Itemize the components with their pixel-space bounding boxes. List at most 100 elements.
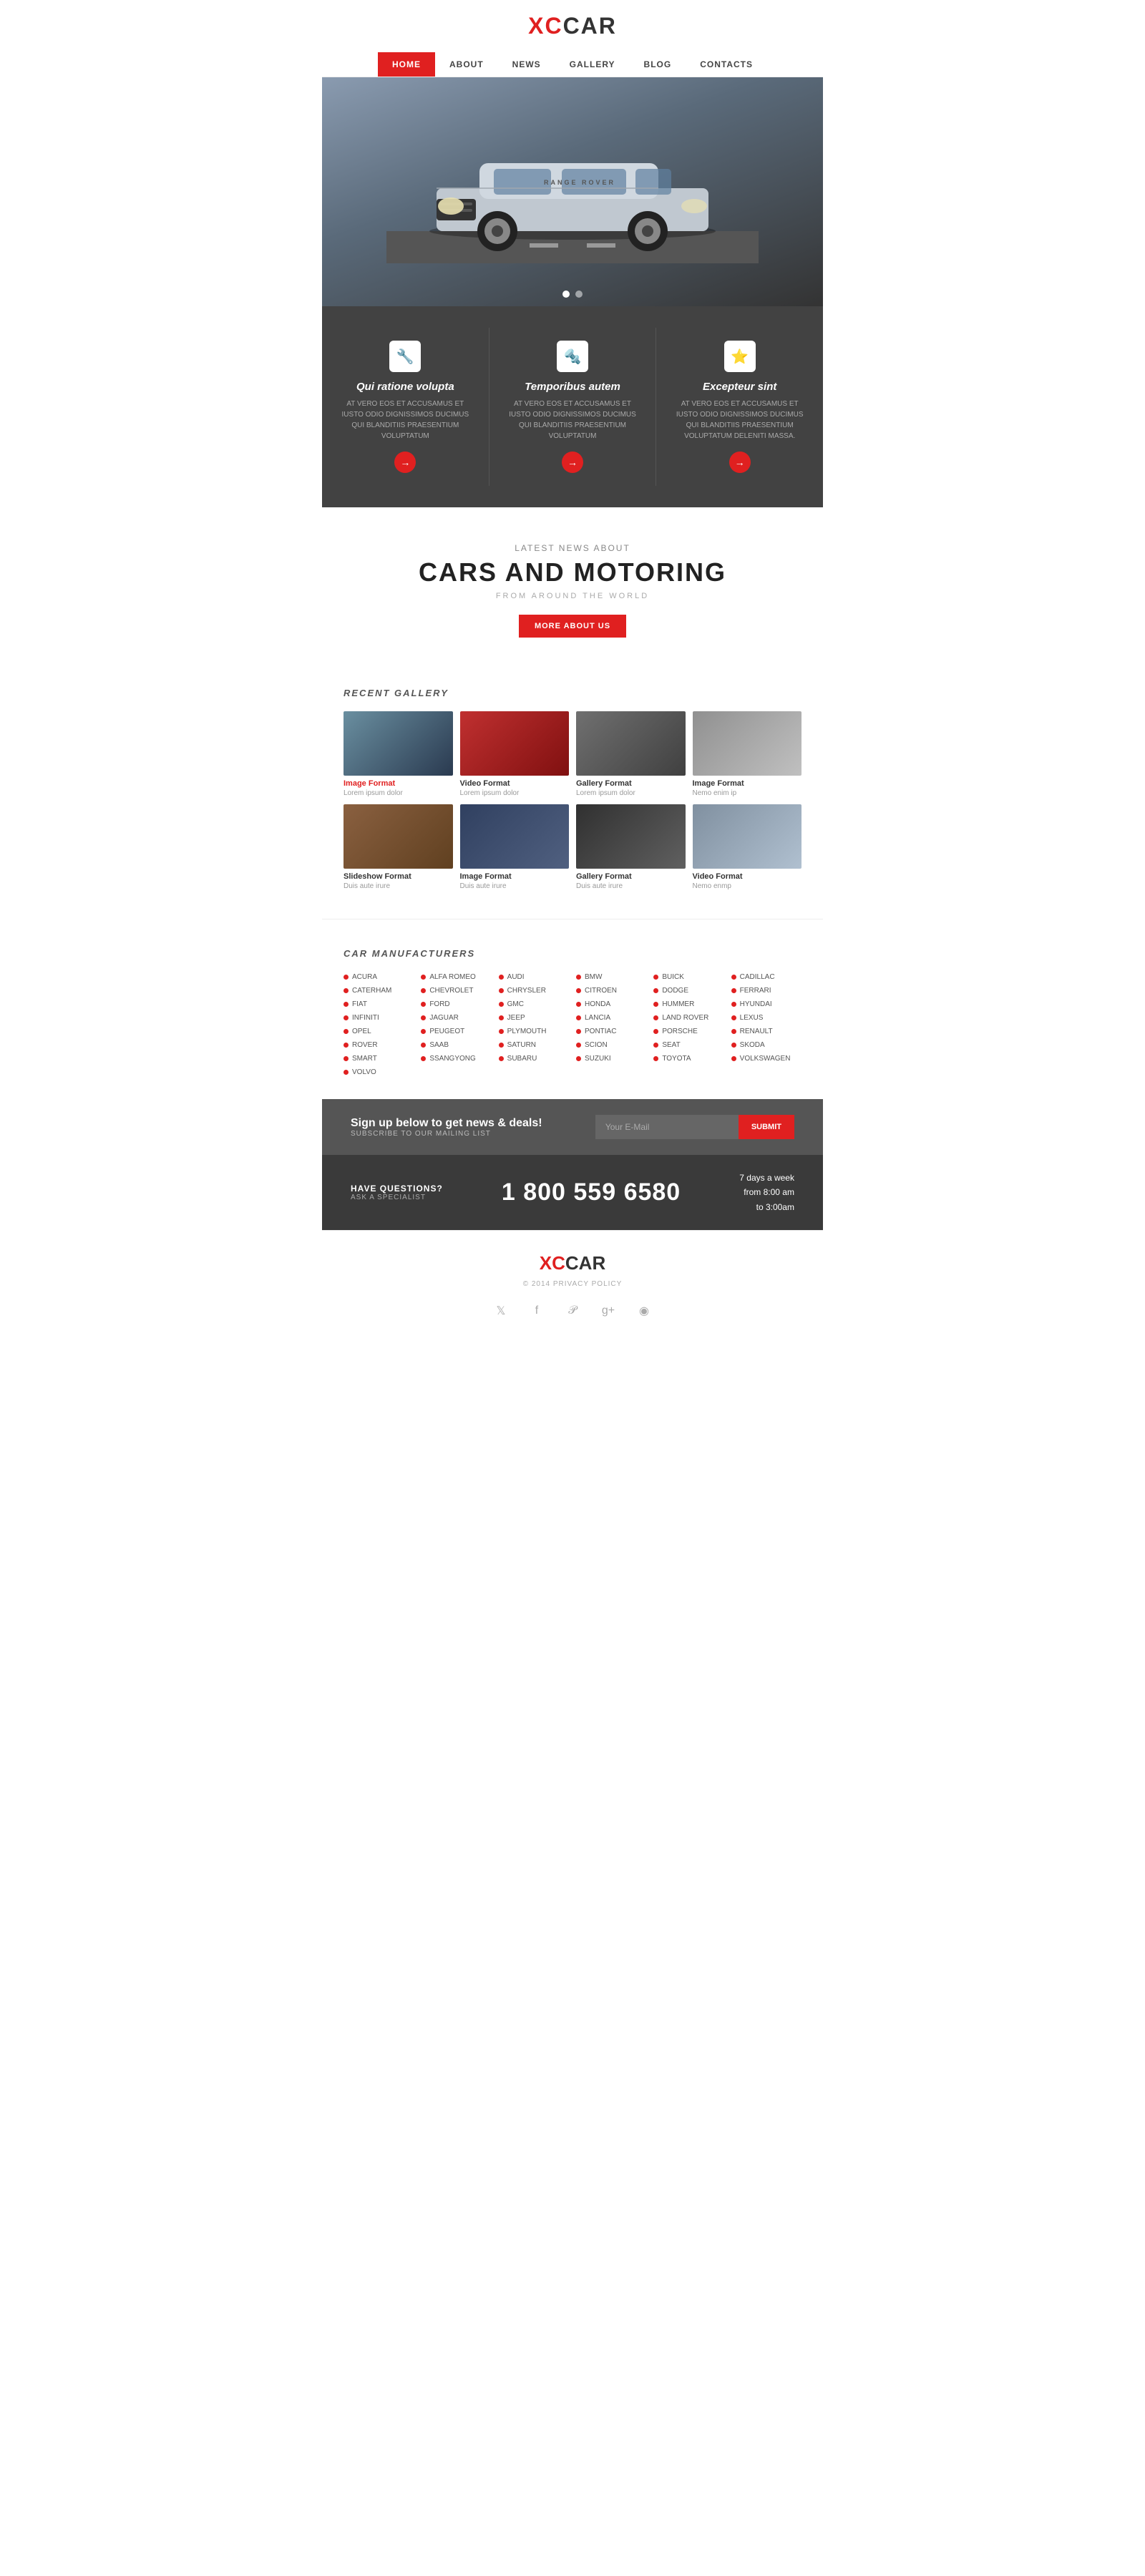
mfr-item-land-rover[interactable]: LAND ROVER — [653, 1013, 723, 1023]
mfr-item-lexus[interactable]: LEXUS — [731, 1013, 802, 1023]
newsletter-form: submit — [595, 1115, 794, 1139]
hero-car-svg: RANGE ROVER — [386, 120, 759, 263]
mfr-item-alfa-romeo[interactable]: ALFA ROMEO — [421, 972, 491, 982]
nav-item-about[interactable]: ABOUT — [435, 52, 498, 77]
gallery-item-6[interactable]: Gallery Format Duis aute irure — [576, 804, 686, 890]
mfr-item-hyundai[interactable]: HYUNDAI — [731, 999, 802, 1010]
mfr-item-audi[interactable]: AUDI — [499, 972, 569, 982]
mfr-item-volvo[interactable]: VOLVO — [344, 1067, 414, 1078]
gallery-item-2[interactable]: Gallery Format Lorem ipsum dolor — [576, 711, 686, 797]
gallery-item-0[interactable]: Image Format Lorem ipsum dolor — [344, 711, 453, 797]
more-about-btn[interactable]: MORE ABOUT US — [519, 615, 626, 638]
nav-item-home[interactable]: HOME — [378, 52, 435, 77]
nav-item-contacts[interactable]: CONTACTS — [686, 52, 767, 77]
mfr-item-toyota[interactable]: TOYOTA — [653, 1053, 723, 1064]
mfr-item-fiat[interactable]: FIAT — [344, 999, 414, 1010]
mfr-item-hummer[interactable]: HUMMER — [653, 999, 723, 1010]
mfr-item-chevrolet[interactable]: CHEVROLET — [421, 985, 491, 996]
mfr-item-gmc[interactable]: GMC — [499, 999, 569, 1010]
feature-btn-1[interactable]: → — [562, 452, 583, 473]
nav-item-blog[interactable]: BLOG — [630, 52, 686, 77]
mfr-dot-1 — [421, 975, 426, 980]
nav-link-blog[interactable]: BLOG — [630, 52, 686, 77]
mfr-item-saab[interactable]: SAAB — [421, 1040, 491, 1050]
mfr-item-rover[interactable]: ROVER — [344, 1040, 414, 1050]
github-icon[interactable]: ◉ — [633, 1299, 656, 1322]
feature-btn-0[interactable]: → — [394, 452, 416, 473]
mfr-item-renault[interactable]: RENAULT — [731, 1026, 802, 1037]
mfr-item-skoda[interactable]: SKODA — [731, 1040, 802, 1050]
nav-link-news[interactable]: NEWS — [498, 52, 555, 77]
feature-0: 🔧 Qui ratione volupta AT VERO EOS ET ACC… — [322, 328, 489, 486]
mfr-item-chrysler[interactable]: CHRYSLER — [499, 985, 569, 996]
nav-link-contacts[interactable]: CONTACTS — [686, 52, 767, 77]
mfr-item-pontiac[interactable]: PONTIAC — [576, 1026, 646, 1037]
mfr-name-14: GMC — [507, 1000, 524, 1008]
newsletter-section: Sign up below to get news & deals! SUBSC… — [322, 1099, 823, 1155]
feature-desc-0: AT VERO EOS ET ACCUSAMUS ET IUSTO ODIO D… — [339, 399, 472, 441]
nav-link-about[interactable]: ABOUT — [435, 52, 498, 77]
footer-logo[interactable]: XCCAR — [336, 1252, 809, 1274]
nav-link-gallery[interactable]: GALLERY — [555, 52, 630, 77]
mfr-item-suzuki[interactable]: SUZUKI — [576, 1053, 646, 1064]
mfr-item-scion[interactable]: SCION — [576, 1040, 646, 1050]
mfr-item-peugeot[interactable]: PEUGEOT — [421, 1026, 491, 1037]
mfr-item-caterham[interactable]: CATERHAM — [344, 985, 414, 996]
hero-dot-2[interactable] — [575, 291, 583, 298]
google-plus-icon[interactable]: g+ — [597, 1299, 620, 1322]
gallery-item-1[interactable]: Video Format Lorem ipsum dolor — [460, 711, 570, 797]
mfr-name-41: VOLKSWAGEN — [740, 1055, 791, 1063]
mfr-name-23: LEXUS — [740, 1014, 764, 1022]
gallery-desc-7: Nemo enmp — [693, 882, 802, 890]
email-input[interactable] — [595, 1115, 739, 1139]
mfr-item-ford[interactable]: FORD — [421, 999, 491, 1010]
hero-banner: RANGE ROVER — [322, 77, 823, 306]
mfr-name-12: FIAT — [352, 1000, 367, 1008]
gallery-thumb-2 — [576, 711, 686, 776]
mfr-item-volkswagen[interactable]: VOLKSWAGEN — [731, 1053, 802, 1064]
mfr-item-honda[interactable]: HONDA — [576, 999, 646, 1010]
mfr-item-subaru[interactable]: SUBARU — [499, 1053, 569, 1064]
subscribe-button[interactable]: submit — [739, 1115, 794, 1139]
logo[interactable]: XCCAR — [322, 13, 823, 39]
mfr-dot-12 — [344, 1002, 349, 1007]
feature-btn-2[interactable]: → — [729, 452, 751, 473]
gallery-thumb-3 — [693, 711, 802, 776]
mfr-item-jeep[interactable]: JEEP — [499, 1013, 569, 1023]
mfr-item-jaguar[interactable]: JAGUAR — [421, 1013, 491, 1023]
nav-link-home[interactable]: HOME — [378, 52, 435, 77]
mfr-item-plymouth[interactable]: PLYMOUTH — [499, 1026, 569, 1037]
mfr-item-infiniti[interactable]: INFINITI — [344, 1013, 414, 1023]
mfr-item-acura[interactable]: ACURA — [344, 972, 414, 982]
mfr-item-dodge[interactable]: DODGE — [653, 985, 723, 996]
mfr-item-buick[interactable]: BUICK — [653, 972, 723, 982]
mfr-dot-19 — [421, 1015, 426, 1020]
gallery-item-4[interactable]: Slideshow Format Duis aute irure — [344, 804, 453, 890]
mfr-item-opel[interactable]: OPEL — [344, 1026, 414, 1037]
mfr-item-lancia[interactable]: LANCIA — [576, 1013, 646, 1023]
mfr-item-seat[interactable]: SEAT — [653, 1040, 723, 1050]
mfr-item-saturn[interactable]: SATURN — [499, 1040, 569, 1050]
mfr-item-citroen[interactable]: CITROEN — [576, 985, 646, 996]
mfr-item-porsche[interactable]: PORSCHE — [653, 1026, 723, 1037]
feature-title-2: Excepteur sint — [673, 381, 806, 393]
mfr-item-ssangyong[interactable]: SSANGYONG — [421, 1053, 491, 1064]
pinterest-icon[interactable]: 𝒫 — [561, 1299, 584, 1322]
mfr-item-bmw[interactable]: BMW — [576, 972, 646, 982]
facebook-icon[interactable]: f — [525, 1299, 548, 1322]
gallery-item-7[interactable]: Video Format Nemo enmp — [693, 804, 802, 890]
hero-dot-1[interactable] — [562, 291, 570, 298]
gallery-item-5[interactable]: Image Format Duis aute irure — [460, 804, 570, 890]
news-subtitle: LATEST NEWS ABOUT — [336, 543, 809, 553]
gallery-title-2: Gallery Format — [576, 779, 686, 788]
mfr-item-ferrari[interactable]: FERRARI — [731, 985, 802, 996]
mfr-item-smart[interactable]: SMART — [344, 1053, 414, 1064]
phone-number[interactable]: 1 800 559 6580 — [502, 1179, 681, 1206]
gallery-item-3[interactable]: Image Format Nemo enim ip — [693, 711, 802, 797]
mfr-dot-14 — [499, 1002, 504, 1007]
mfr-name-7: CHEVROLET — [429, 987, 473, 995]
nav-item-gallery[interactable]: GALLERY — [555, 52, 630, 77]
twitter-icon[interactable]: 𝕏 — [489, 1299, 512, 1322]
mfr-item-cadillac[interactable]: CADILLAC — [731, 972, 802, 982]
nav-item-news[interactable]: NEWS — [498, 52, 555, 77]
